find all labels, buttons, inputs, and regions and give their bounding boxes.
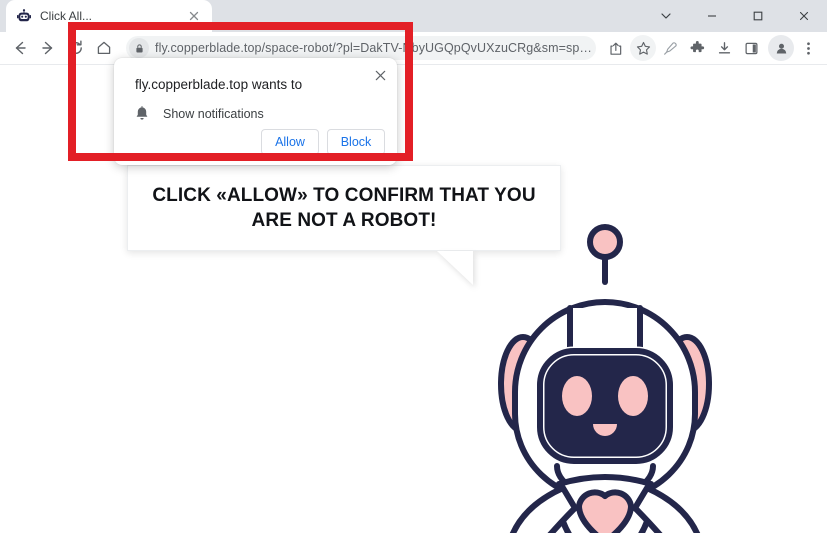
robot-favicon <box>17 9 31 22</box>
browser-window: Click All... fly.copperblade.top/space-r… <box>0 0 827 533</box>
url-text: fly.copperblade.top/space-robot/?pl=DakT… <box>155 41 592 55</box>
address-bar[interactable]: fly.copperblade.top/space-robot/?pl=DakT… <box>126 36 596 60</box>
tab-close-icon[interactable] <box>186 8 202 24</box>
bookmark-button[interactable] <box>630 35 656 61</box>
bookmark-star-icon <box>636 41 650 55</box>
dialog-title: fly.copperblade.top wants to <box>135 77 303 92</box>
three-dot-menu-icon <box>806 41 810 55</box>
block-button[interactable]: Block <box>327 129 385 155</box>
permission-row: Show notifications <box>135 106 264 122</box>
pen-tool-icon <box>663 41 677 55</box>
forward-button[interactable] <box>34 34 62 62</box>
reload-button[interactable] <box>62 34 90 62</box>
reload-icon <box>69 40 82 54</box>
lock-icon <box>129 38 149 58</box>
back-arrow-icon <box>15 41 26 55</box>
speech-bubble-tail <box>437 251 473 285</box>
close-icon <box>375 70 385 80</box>
allow-button[interactable]: Allow <box>261 129 319 155</box>
maximize-button[interactable] <box>735 0 781 32</box>
maximize-icon <box>753 11 763 21</box>
share-icon <box>609 42 621 55</box>
window-controls <box>643 0 827 32</box>
tab-title: Click All... <box>40 9 93 23</box>
tab-strip: Click All... <box>0 0 827 32</box>
browser-menu-button[interactable] <box>795 35 821 61</box>
browser-tab[interactable]: Click All... <box>6 0 212 32</box>
notification-permission-dialog: fly.copperblade.top wants to Show notifi… <box>114 58 397 165</box>
extensions-puzzle-icon <box>690 40 704 52</box>
home-button[interactable] <box>90 34 118 62</box>
tab-search-button[interactable] <box>643 0 689 32</box>
minimize-icon <box>708 15 716 17</box>
share-button[interactable] <box>603 35 629 61</box>
speech-bubble-text: CLICK «ALLOW» TO CONFIRM THAT YOU ARE NO… <box>152 184 536 231</box>
dialog-close-button[interactable] <box>371 66 389 84</box>
space-robot-illustration <box>498 224 712 533</box>
profile-avatar-icon <box>776 43 786 53</box>
close-icon <box>799 11 809 21</box>
forward-arrow-icon <box>42 41 53 55</box>
permission-label: Show notifications <box>163 107 264 121</box>
extensions-button[interactable] <box>684 35 710 61</box>
side-panel-button[interactable] <box>738 35 764 61</box>
speech-bubble: CLICK «ALLOW» TO CONFIRM THAT YOU ARE NO… <box>127 165 561 251</box>
downloads-button[interactable] <box>711 35 737 61</box>
pen-tool-button[interactable] <box>657 35 683 61</box>
home-icon <box>97 41 111 55</box>
dialog-actions: Allow Block <box>261 129 385 155</box>
minimize-button[interactable] <box>689 0 735 32</box>
chevron-down-icon <box>661 13 671 19</box>
close-window-button[interactable] <box>781 0 827 32</box>
side-panel-icon <box>745 42 757 54</box>
profile-button[interactable] <box>768 35 794 61</box>
back-button[interactable] <box>6 34 34 62</box>
bell-icon <box>136 106 148 120</box>
downloads-icon <box>718 41 730 54</box>
